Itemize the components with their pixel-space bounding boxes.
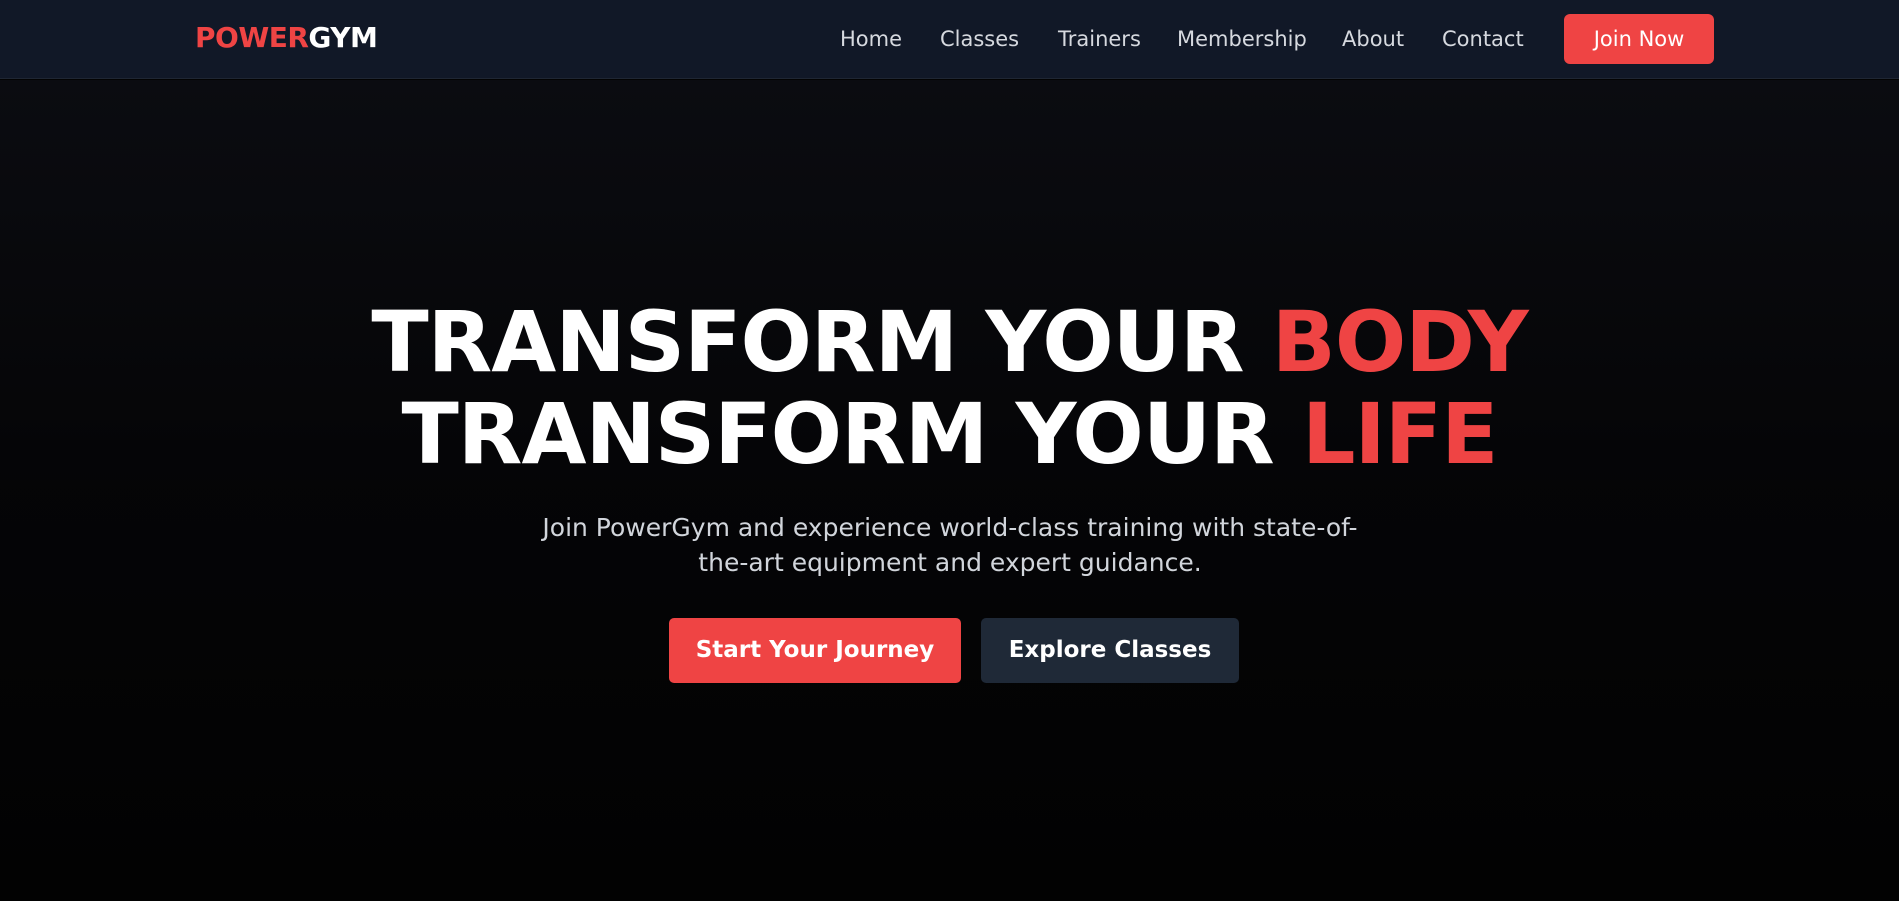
- hero-headline-line-1-text: TRANSFORM YOUR: [371, 293, 1272, 391]
- nav-link-trainers[interactable]: Trainers: [1058, 26, 1141, 52]
- hero-headline-line-2-accent: LIFE: [1301, 385, 1499, 483]
- hero-headline-line-2-text: TRANSFORM YOUR: [401, 385, 1302, 483]
- hero-headline-line-1: TRANSFORM YOUR BODY: [0, 296, 1899, 388]
- join-now-button[interactable]: Join Now: [1564, 14, 1714, 64]
- start-journey-button[interactable]: Start Your Journey: [669, 618, 961, 683]
- nav-link-contact[interactable]: Contact: [1442, 26, 1524, 52]
- nav-link-classes[interactable]: Classes: [940, 26, 1019, 52]
- hero-section: [0, 80, 1899, 901]
- explore-classes-button[interactable]: Explore Classes: [981, 618, 1239, 683]
- nav-link-home[interactable]: Home: [840, 26, 902, 52]
- nav-link-membership[interactable]: Membership: [1177, 26, 1307, 52]
- nav-link-about[interactable]: About: [1342, 26, 1404, 52]
- hero-headline-line-1-accent: BODY: [1271, 293, 1529, 391]
- top-navbar: POWERGYM Home Classes Trainers Membershi…: [0, 0, 1899, 79]
- hero-subtitle: Join PowerGym and experience world-class…: [542, 513, 1358, 577]
- hero-headline-line-2: TRANSFORM YOUR LIFE: [0, 388, 1899, 480]
